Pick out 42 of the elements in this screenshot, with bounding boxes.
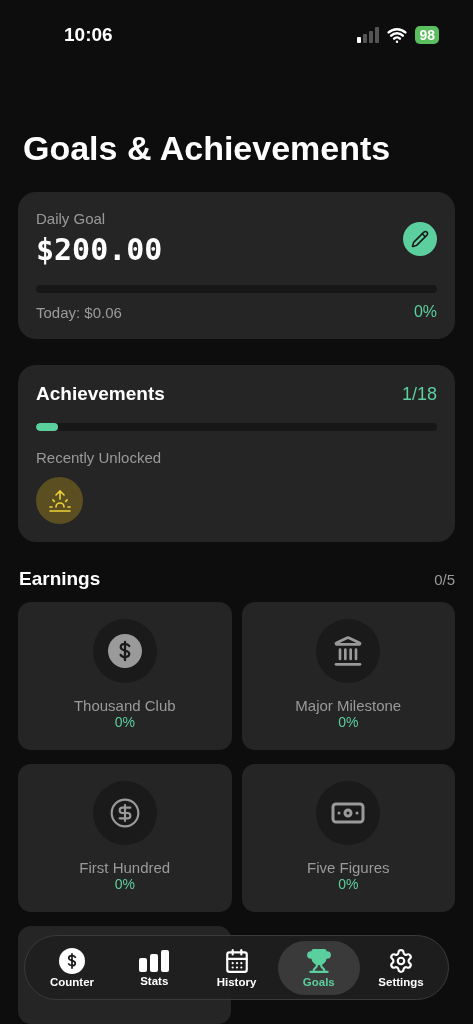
pencil-icon — [411, 229, 429, 248]
battery-level: 98 — [415, 26, 439, 44]
sunrise-icon — [47, 488, 72, 513]
today-amount: Today: $0.06 — [36, 303, 122, 321]
trophy-icon — [305, 947, 332, 974]
achievement-tile[interactable]: Major Milestone 0% — [241, 602, 455, 750]
tab[interactable]: Stats — [113, 940, 196, 995]
tab[interactable]: Goals — [277, 940, 360, 995]
bar-chart-icon — [138, 948, 171, 973]
achievement-percent: 0% — [114, 714, 135, 730]
section-count: 0/5 — [434, 570, 455, 588]
dollar-icon — [59, 947, 85, 974]
wifi-icon — [387, 25, 408, 45]
achievement-tile[interactable]: Five Figures 0% — [241, 764, 455, 912]
achievement-tile[interactable]: Thousand Club 0% — [18, 602, 232, 750]
achievement-name: Five Figures — [307, 859, 390, 876]
calendar-icon — [223, 947, 250, 974]
achievement-percent: 0% — [114, 876, 135, 892]
achievements-count: 1/18 — [401, 383, 437, 405]
achievement-badge[interactable] — [36, 477, 83, 524]
goal-amount: $200.00 — [36, 232, 163, 267]
signal-icon — [357, 27, 380, 43]
tab[interactable]: Settings — [360, 940, 442, 995]
tab[interactable]: Counter — [31, 940, 113, 995]
settings-icon — [388, 947, 414, 974]
recently-unlocked-label: Recently Unlocked — [36, 449, 162, 466]
goal-percent: 0% — [413, 303, 437, 321]
page-title: Goals & Achievements — [23, 128, 392, 168]
achievement-name: Major Milestone — [295, 697, 402, 714]
achievement-percent: 0% — [338, 714, 359, 730]
dollar-icon — [108, 797, 141, 829]
clock-time: 10:06 — [64, 24, 113, 46]
dollar-icon — [107, 634, 142, 668]
achievement-name: First Hundred — [79, 859, 171, 876]
section-title: Earnings — [19, 568, 101, 590]
edit-button[interactable] — [403, 221, 437, 256]
achievement-percent: 0% — [338, 876, 359, 892]
daily-goal-label: Daily Goal — [36, 210, 106, 227]
achievements-title: Achievements — [36, 383, 165, 405]
tab[interactable]: History — [195, 940, 278, 995]
achievement-name: Thousand Club — [73, 697, 176, 714]
achievement-tile[interactable]: First Hundred 0% — [18, 764, 232, 912]
